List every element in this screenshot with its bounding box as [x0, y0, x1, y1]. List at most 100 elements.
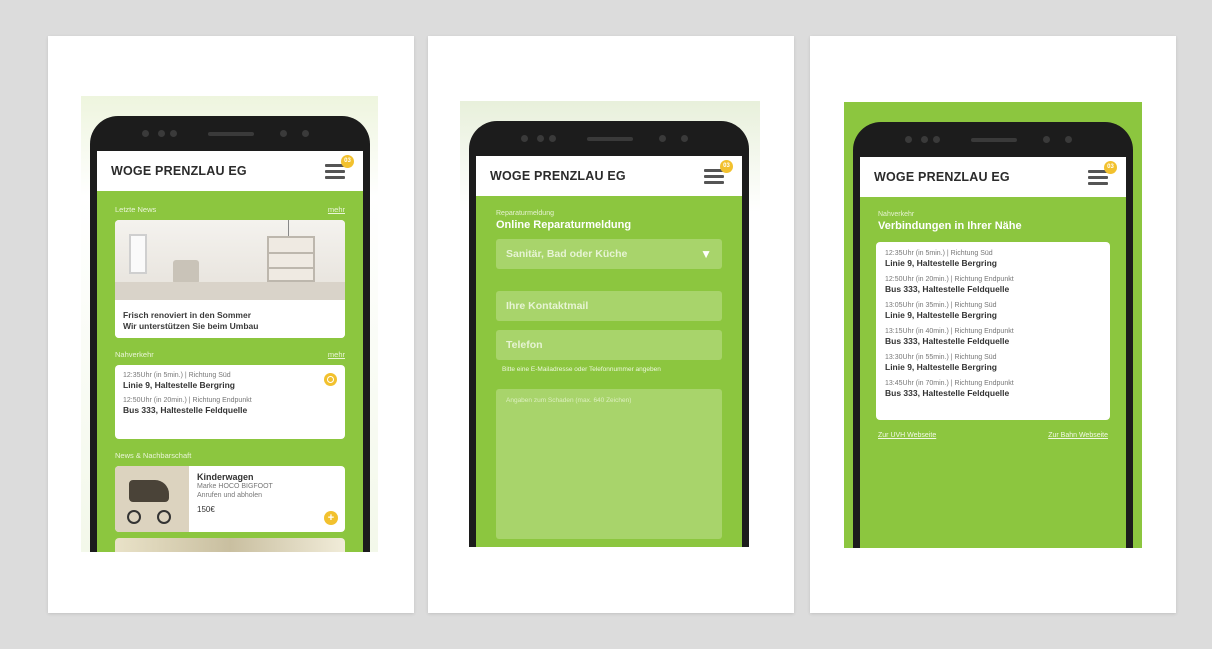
- bahn-website-link[interactable]: Zur Bahn Webseite: [1048, 432, 1108, 439]
- news-card[interactable]: Frisch renoviert in den Sommer Wir unter…: [115, 220, 345, 338]
- list-item[interactable]: 12:35Uhr (in 5min.) | Richtung Süd Linie…: [885, 250, 1101, 268]
- app-header: WOGE PRENZLAU EG 03: [97, 151, 363, 191]
- app-title: WOGE PRENZLAU EG: [490, 169, 626, 183]
- sensor-dot: [549, 135, 556, 142]
- connection-meta: 13:45Uhr (in 70min.) | Richtung Endpunkt: [885, 380, 1014, 387]
- connection-line: Bus 333, Haltestelle Feldquelle: [885, 388, 1010, 398]
- clock-icon: [324, 373, 337, 386]
- menu-icon[interactable]: 03: [325, 155, 354, 179]
- list-item[interactable]: 12:50Uhr (in 20min.) | Richtung Endpunkt…: [885, 276, 1101, 294]
- news-headline: Frisch renoviert in den Sommer: [123, 310, 252, 320]
- camera-icon: [142, 130, 149, 137]
- notification-badge: 03: [341, 155, 354, 168]
- category-select[interactable]: Sanitär, Bad oder Küche ▼: [496, 239, 722, 269]
- external-links: Zur UVH Webseite Zur Bahn Webseite: [860, 420, 1126, 439]
- sensor-dot: [659, 135, 666, 142]
- mockup-card-home: WOGE PRENZLAU EG 03 Letzte News mehr Fri…: [48, 36, 414, 613]
- form-eyebrow: Reparaturmeldung: [496, 210, 554, 217]
- app-title: WOGE PRENZLAU EG: [874, 170, 1010, 184]
- app-title: WOGE PRENZLAU EG: [111, 164, 247, 178]
- sensor-dot: [280, 130, 287, 137]
- sensor-dot: [921, 136, 928, 143]
- connection-meta: 12:35Uhr (in 5min.) | Richtung Süd: [885, 250, 993, 257]
- transit-card[interactable]: 12:35Uhr (in 5min.) | Richtung Süd Linie…: [115, 365, 345, 439]
- connection-line: Bus 333, Haltestelle Feldquelle: [885, 284, 1010, 294]
- select-value: Sanitär, Bad oder Küche: [506, 248, 628, 260]
- listing-image: [115, 466, 189, 532]
- phone-screen-home: WOGE PRENZLAU EG 03 Letzte News mehr Fri…: [97, 151, 363, 552]
- list-item[interactable]: 13:15Uhr (in 40min.) | Richtung Endpunkt…: [885, 328, 1101, 346]
- list-item[interactable]: 13:30Uhr (in 55min.) | Richtung Süd Lini…: [885, 354, 1101, 372]
- connections-list: 12:35Uhr (in 5min.) | Richtung Süd Linie…: [876, 242, 1110, 420]
- listing-text: Kinderwagen Marke HOCO BIGFOOT Anrufen u…: [197, 472, 337, 514]
- sensor-dot: [302, 130, 309, 137]
- transit-section-header: Nahverkehr mehr: [97, 350, 363, 359]
- more-link[interactable]: mehr: [328, 205, 345, 214]
- section-title: Verbindungen in Ihrer Nähe: [878, 220, 1022, 232]
- listing-title: Kinderwagen: [197, 472, 254, 482]
- mockup-card-transit: WOGE PRENZLAU EG 03 Nahverkehr Verbindun…: [810, 36, 1176, 613]
- contact-hint: Bitte eine E-Mailadresse oder Telefonnum…: [502, 366, 661, 373]
- uvh-website-link[interactable]: Zur UVH Webseite: [878, 432, 936, 439]
- neighbors-section-header: News & Nachbarschaft: [97, 451, 363, 460]
- phone-sensors: [469, 133, 749, 145]
- sensor-dot: [158, 130, 165, 137]
- camera-icon: [905, 136, 912, 143]
- news-section-header: Letzte News mehr: [97, 205, 363, 214]
- plus-icon[interactable]: +: [324, 511, 338, 525]
- connection-line: Linie 9, Haltestelle Bergring: [885, 258, 997, 268]
- listing-price: 150€: [197, 505, 215, 514]
- email-field[interactable]: Ihre Kontaktmail: [496, 291, 722, 321]
- connection-line: Linie 9, Haltestelle Bergring: [123, 380, 235, 390]
- more-link[interactable]: mehr: [328, 350, 345, 359]
- mockup-backdrop: WOGE PRENZLAU EG 03 Nahverkehr Verbindun…: [844, 102, 1142, 548]
- list-item[interactable]: 13:45Uhr (in 70min.) | Richtung Endpunkt…: [885, 380, 1101, 398]
- sensor-dot: [681, 135, 688, 142]
- email-placeholder: Ihre Kontaktmail: [506, 300, 589, 312]
- next-listing-preview: [115, 538, 345, 552]
- phone-screen-repair: WOGE PRENZLAU EG 03 Reparaturmeldung Onl…: [476, 156, 742, 547]
- connection-meta: 13:15Uhr (in 40min.) | Richtung Endpunkt: [885, 328, 1014, 335]
- connection-meta: 13:05Uhr (in 35min.) | Richtung Süd: [885, 302, 997, 309]
- listing-line: Marke HOCO BIGFOOT: [197, 483, 273, 490]
- news-caption: Frisch renoviert in den Sommer Wir unter…: [115, 305, 345, 338]
- section-label: News & Nachbarschaft: [115, 451, 192, 460]
- app-header: WOGE PRENZLAU EG 03: [860, 157, 1126, 197]
- phone-placeholder: Telefon: [506, 339, 543, 351]
- connection-line: Linie 9, Haltestelle Bergring: [885, 310, 997, 320]
- listing-card[interactable]: Kinderwagen Marke HOCO BIGFOOT Anrufen u…: [115, 466, 345, 532]
- menu-icon[interactable]: 03: [1088, 161, 1117, 185]
- phone-screen-transit: WOGE PRENZLAU EG 03 Nahverkehr Verbindun…: [860, 157, 1126, 548]
- speaker-grille: [587, 137, 633, 141]
- notification-badge: 03: [1104, 161, 1117, 174]
- section-eyebrow: Nahverkehr: [878, 211, 915, 218]
- speaker-grille: [971, 138, 1017, 142]
- phone-frame: WOGE PRENZLAU EG 03 Nahverkehr Verbindun…: [853, 122, 1133, 548]
- phone-sensors: [853, 134, 1133, 146]
- connection-meta: 13:30Uhr (in 55min.) | Richtung Süd: [885, 354, 997, 361]
- chevron-down-icon: ▼: [700, 247, 712, 261]
- list-item[interactable]: 13:05Uhr (in 35min.) | Richtung Süd Lini…: [885, 302, 1101, 320]
- menu-icon[interactable]: 03: [704, 160, 733, 184]
- damage-description-field[interactable]: Angaben zum Schaden (max. 640 Zeichen): [496, 389, 722, 539]
- speaker-grille: [208, 132, 254, 136]
- mockup-backdrop: WOGE PRENZLAU EG 03 Reparaturmeldung Onl…: [460, 101, 760, 547]
- connection-line: Bus 333, Haltestelle Feldquelle: [123, 405, 248, 415]
- camera-icon: [521, 135, 528, 142]
- section-label: Nahverkehr: [115, 350, 154, 359]
- mockup-card-repair: WOGE PRENZLAU EG 03 Reparaturmeldung Onl…: [428, 36, 794, 613]
- phone-frame: WOGE PRENZLAU EG 03 Reparaturmeldung Onl…: [469, 121, 749, 547]
- section-label: Letzte News: [115, 205, 157, 214]
- listing-line: Anrufen und abholen: [197, 492, 262, 499]
- connection-meta: 12:50Uhr (in 20min.) | Richtung Endpunkt: [885, 276, 1014, 283]
- connection-meta: 12:50Uhr (in 20min.) | Richtung Endpunkt: [123, 397, 252, 404]
- sensor-dot: [537, 135, 544, 142]
- mockup-backdrop: WOGE PRENZLAU EG 03 Letzte News mehr Fri…: [81, 96, 378, 552]
- phone-frame: WOGE PRENZLAU EG 03 Letzte News mehr Fri…: [90, 116, 370, 552]
- sensor-dot: [170, 130, 177, 137]
- textarea-placeholder: Angaben zum Schaden (max. 640 Zeichen): [506, 397, 632, 404]
- connection-line: Linie 9, Haltestelle Bergring: [885, 362, 997, 372]
- connection-meta: 12:35Uhr (in 5min.) | Richtung Süd: [123, 372, 231, 379]
- phone-field[interactable]: Telefon: [496, 330, 722, 360]
- phone-sensors: [90, 128, 370, 140]
